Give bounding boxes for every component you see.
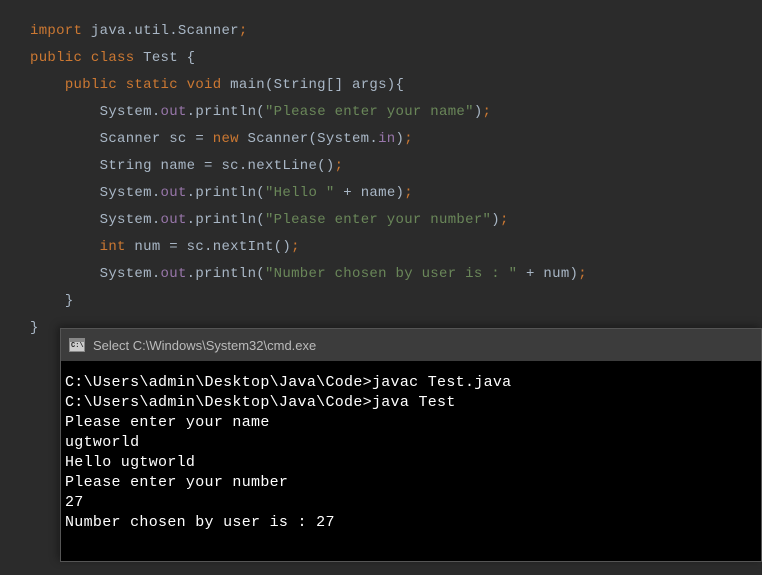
code-line: System.out.println("Hello " + name); bbox=[30, 180, 732, 207]
code-line: public class Test { bbox=[30, 45, 732, 72]
terminal-line: C:\Users\admin\Desktop\Java\Code>javac T… bbox=[65, 373, 757, 393]
terminal-line: Please enter your number bbox=[65, 473, 757, 493]
code-line: } bbox=[30, 288, 732, 315]
code-line: int num = sc.nextInt(); bbox=[30, 234, 732, 261]
cmd-icon: C:\ bbox=[69, 338, 85, 352]
terminal-body[interactable]: C:\Users\admin\Desktop\Java\Code>javac T… bbox=[61, 361, 761, 561]
code-line: System.out.println("Please enter your nu… bbox=[30, 207, 732, 234]
terminal-line: ugtworld bbox=[65, 433, 757, 453]
code-line: System.out.println("Number chosen by use… bbox=[30, 261, 732, 288]
terminal-line: C:\Users\admin\Desktop\Java\Code>java Te… bbox=[65, 393, 757, 413]
code-line: Scanner sc = new Scanner(System.in); bbox=[30, 126, 732, 153]
code-line: public static void main(String[] args){ bbox=[30, 72, 732, 99]
terminal-window: C:\ Select C:\Windows\System32\cmd.exe C… bbox=[60, 328, 762, 562]
code-line: System.out.println("Please enter your na… bbox=[30, 99, 732, 126]
code-line: String name = sc.nextLine(); bbox=[30, 153, 732, 180]
terminal-line: Please enter your name bbox=[65, 413, 757, 433]
code-editor: import java.util.Scanner; public class T… bbox=[0, 0, 762, 360]
terminal-line: Number chosen by user is : 27 bbox=[65, 513, 757, 533]
terminal-titlebar[interactable]: C:\ Select C:\Windows\System32\cmd.exe bbox=[61, 329, 761, 361]
terminal-line: 27 bbox=[65, 493, 757, 513]
terminal-line: Hello ugtworld bbox=[65, 453, 757, 473]
code-line: import java.util.Scanner; bbox=[30, 18, 732, 45]
terminal-title: Select C:\Windows\System32\cmd.exe bbox=[93, 338, 316, 353]
